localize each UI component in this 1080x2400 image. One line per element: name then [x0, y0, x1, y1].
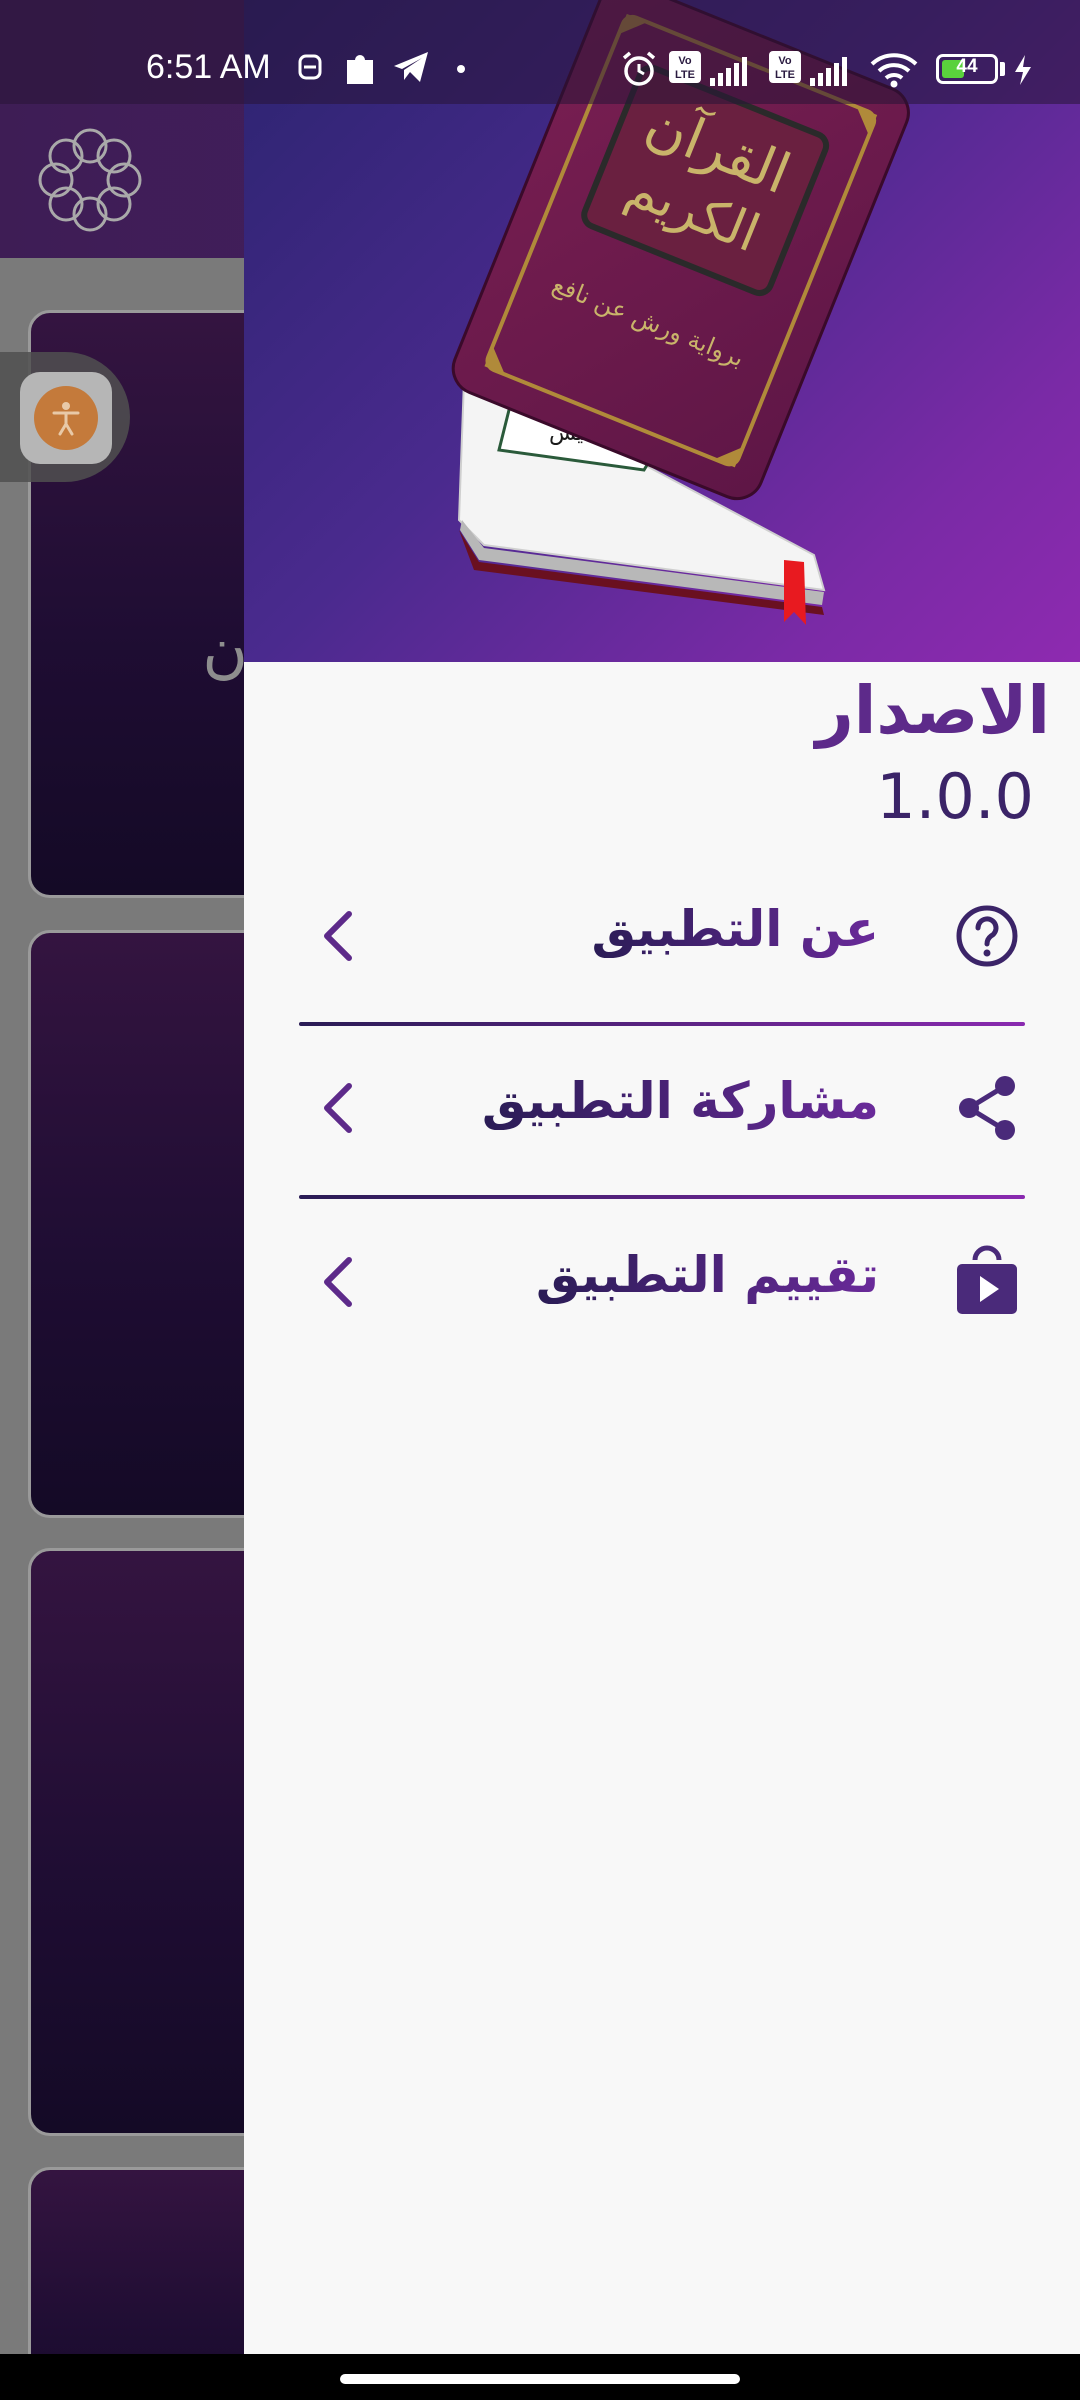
chevron-left-icon — [324, 1257, 352, 1307]
battery-level: 44 — [956, 56, 978, 77]
divider — [299, 1022, 1025, 1026]
menu-item-label: تقييم التطبيق — [535, 1246, 879, 1304]
wifi-icon — [870, 53, 918, 88]
menu-item-rate[interactable]: تقييم التطبيق — [299, 1222, 1025, 1342]
share-icon — [959, 1076, 1015, 1140]
chevron-left-icon — [324, 1083, 352, 1133]
home-indicator[interactable] — [340, 2374, 740, 2384]
dot-icon — [457, 65, 465, 73]
menu-item-label: عن التطبيق — [591, 900, 879, 958]
islamic-star-logo-icon — [38, 128, 142, 232]
puzzle-icon — [347, 55, 373, 84]
menu-item-share[interactable]: مشاركة التطبيق — [299, 1048, 1025, 1168]
accessibility-button[interactable] — [20, 372, 112, 464]
svg-text:Vo: Vo — [778, 55, 792, 67]
notification-icon — [298, 54, 322, 80]
telegram-icon — [394, 52, 428, 82]
battery-icon: 44 — [936, 54, 998, 84]
divider — [299, 1195, 1025, 1199]
volte-icon: Vo LTE — [669, 51, 701, 83]
accessibility-icon — [34, 386, 98, 450]
signal-icon — [810, 57, 847, 86]
version-label: الاصدار — [815, 672, 1050, 749]
svg-text:LTE: LTE — [775, 69, 795, 81]
status-time: 6:51 AM — [146, 48, 271, 86]
play-store-icon — [957, 1245, 1017, 1314]
signal-icon — [710, 57, 747, 86]
svg-text:LTE: LTE — [675, 69, 695, 81]
help-circle-icon — [956, 905, 1018, 967]
battery-tip — [1000, 62, 1005, 76]
volte-icon: Vo LTE — [769, 51, 801, 83]
menu-item-label: مشاركة التطبيق — [481, 1072, 879, 1130]
chevron-left-icon — [324, 911, 352, 961]
alarm-icon — [622, 51, 656, 86]
charging-icon — [1015, 55, 1031, 85]
svg-text:Vo: Vo — [678, 55, 692, 67]
menu-item-about[interactable]: عن التطبيق — [299, 876, 1025, 996]
version-value: 1.0.0 — [876, 760, 1034, 833]
navigation-drawer: أليس القرآن الكريم برواية ورش عن نافع ال… — [244, 0, 1080, 2354]
status-bar: 6:51 AM Vo LTE Vo LTE 44 — [0, 0, 1080, 104]
